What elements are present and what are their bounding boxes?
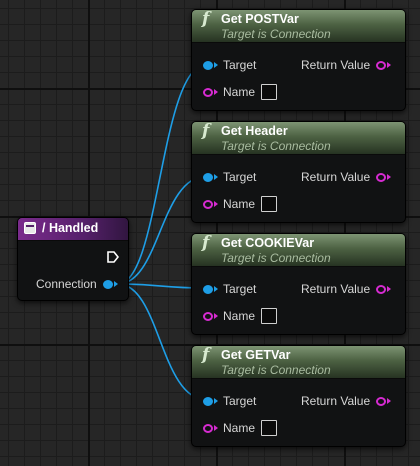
name-input-pin[interactable]: Name — [203, 307, 278, 325]
node-header[interactable]: f Get GETVar Target is Connection — [192, 345, 405, 379]
name-input-pin[interactable]: Name — [203, 195, 278, 213]
function-icon: f — [202, 121, 210, 141]
pin-label: Target — [223, 170, 257, 184]
name-checkbox[interactable] — [261, 196, 278, 212]
node-title: Get COOKIEVar — [221, 236, 315, 250]
target-input-pin[interactable]: Target — [203, 57, 256, 73]
node-title: / Handled — [42, 221, 99, 235]
event-icon — [24, 222, 36, 234]
target-input-pin[interactable]: Target — [203, 169, 256, 185]
object-pin-icon[interactable] — [203, 284, 213, 294]
string-pin-icon[interactable] — [376, 396, 387, 406]
string-pin-icon[interactable] — [203, 423, 213, 433]
node-subtitle: Target is Connection — [221, 251, 331, 265]
function-icon: f — [202, 345, 210, 365]
object-pin-icon[interactable] — [203, 60, 213, 70]
pin-label: Name — [223, 309, 256, 323]
pin-arrow-icon — [214, 286, 218, 292]
node-header[interactable]: f Get POSTVar Target is Connection — [192, 9, 405, 43]
pin-arrow-icon — [214, 313, 218, 319]
pin-arrow-icon — [113, 281, 118, 287]
pin-label: Return Value — [301, 170, 371, 184]
get-postvar-node[interactable]: f Get POSTVar Target is Connection Targe… — [191, 9, 406, 111]
get-header-node[interactable]: f Get Header Target is Connection Target… — [191, 121, 406, 223]
pin-label: Connection — [36, 277, 97, 291]
pin-label: Name — [223, 197, 256, 211]
function-icon: f — [202, 9, 210, 29]
object-pin-icon[interactable] — [102, 279, 113, 289]
node-title: Get POSTVar — [221, 12, 299, 26]
get-cookievar-node[interactable]: f Get COOKIEVar Target is Connection Tar… — [191, 233, 406, 335]
string-pin-icon[interactable] — [203, 311, 213, 321]
connection-output-pin[interactable]: Connection — [36, 276, 118, 292]
name-checkbox[interactable] — [261, 84, 278, 100]
node-header[interactable]: f Get Header Target is Connection — [192, 121, 405, 155]
return-value-output-pin[interactable]: Return Value — [301, 281, 392, 297]
pin-label: Return Value — [301, 58, 371, 72]
string-pin-icon[interactable] — [203, 199, 213, 209]
pin-arrow-icon — [214, 425, 218, 431]
pin-label: Name — [223, 85, 256, 99]
name-input-pin[interactable]: Name — [203, 419, 278, 437]
exec-output-icon[interactable] — [107, 251, 119, 263]
pin-arrow-icon — [387, 62, 392, 68]
pin-arrow-icon — [387, 174, 392, 180]
node-title: Get GETVar — [221, 348, 291, 362]
return-value-output-pin[interactable]: Return Value — [301, 169, 392, 185]
pin-arrow-icon — [214, 62, 218, 68]
name-checkbox[interactable] — [261, 308, 278, 324]
handled-event-node[interactable]: / Handled Connection — [17, 217, 129, 301]
node-subtitle: Target is Connection — [221, 139, 331, 153]
return-value-output-pin[interactable]: Return Value — [301, 393, 392, 409]
pin-arrow-icon — [387, 398, 392, 404]
function-icon: f — [202, 233, 210, 253]
target-input-pin[interactable]: Target — [203, 393, 256, 409]
pin-label: Return Value — [301, 282, 371, 296]
pin-arrow-icon — [214, 174, 218, 180]
string-pin-icon[interactable] — [376, 172, 387, 182]
pin-label: Target — [223, 394, 257, 408]
get-getvar-node[interactable]: f Get GETVar Target is Connection Target… — [191, 345, 406, 447]
pin-label: Target — [223, 58, 257, 72]
pin-label: Target — [223, 282, 257, 296]
pin-arrow-icon — [387, 286, 392, 292]
name-checkbox[interactable] — [261, 420, 278, 436]
node-header[interactable]: / Handled — [18, 218, 128, 241]
target-input-pin[interactable]: Target — [203, 281, 256, 297]
node-subtitle: Target is Connection — [221, 363, 331, 377]
pin-arrow-icon — [214, 201, 218, 207]
node-subtitle: Target is Connection — [221, 27, 331, 41]
node-title: Get Header — [221, 124, 288, 138]
pin-label: Return Value — [301, 394, 371, 408]
string-pin-icon[interactable] — [203, 87, 213, 97]
pin-arrow-icon — [214, 398, 218, 404]
object-pin-icon[interactable] — [203, 172, 213, 182]
node-header[interactable]: f Get COOKIEVar Target is Connection — [192, 233, 405, 267]
pin-label: Name — [223, 421, 256, 435]
string-pin-icon[interactable] — [376, 60, 387, 70]
string-pin-icon[interactable] — [376, 284, 387, 294]
pin-arrow-icon — [214, 89, 218, 95]
object-pin-icon[interactable] — [203, 396, 213, 406]
name-input-pin[interactable]: Name — [203, 83, 278, 101]
return-value-output-pin[interactable]: Return Value — [301, 57, 392, 73]
